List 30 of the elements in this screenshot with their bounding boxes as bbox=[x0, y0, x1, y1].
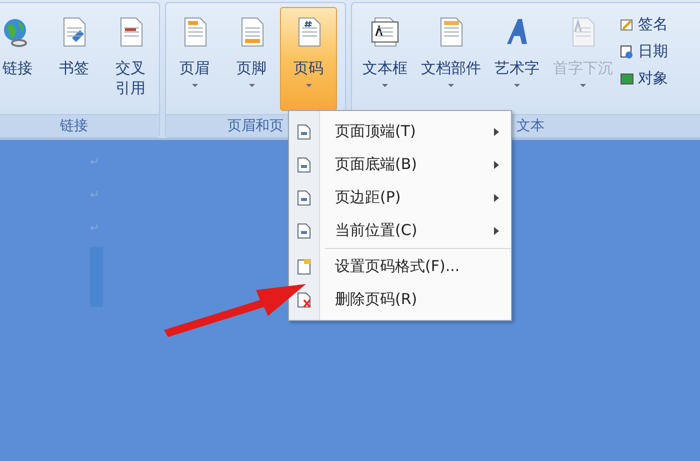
paragraph-mark-icon bbox=[90, 224, 98, 231]
delete-icon bbox=[297, 292, 311, 308]
calendar-icon bbox=[620, 44, 634, 58]
page-icon bbox=[297, 190, 311, 206]
pen-icon bbox=[620, 18, 634, 32]
menu-item[interactable]: 设置页码格式(F)... bbox=[289, 250, 511, 283]
ribbon-button[interactable]: 对象 bbox=[616, 69, 672, 88]
menu-item[interactable]: 删除页码(R) bbox=[289, 283, 511, 316]
ribbon-button[interactable]: 交叉引用 bbox=[102, 7, 160, 111]
group-label: 链接 bbox=[0, 114, 159, 137]
paragraph-mark-icon bbox=[90, 191, 98, 198]
menu-item[interactable]: 当前位置(C) bbox=[289, 214, 511, 247]
object-icon bbox=[620, 72, 634, 86]
ribbon-button[interactable]: 文档部件 bbox=[418, 7, 484, 111]
ribbon-button[interactable]: 链接 bbox=[0, 7, 46, 111]
ribbon-button[interactable]: 页脚 bbox=[223, 7, 280, 111]
ribbon-button[interactable]: 签名 bbox=[616, 15, 672, 34]
ribbon-button[interactable]: 页眉 bbox=[166, 7, 223, 111]
ribbon-button[interactable]: 日期 bbox=[616, 42, 672, 61]
menu-item[interactable]: 页边距(P) bbox=[289, 181, 511, 214]
text-box-icon bbox=[369, 16, 401, 48]
page-icon bbox=[297, 156, 311, 172]
paragraph-mark-icon bbox=[90, 158, 98, 165]
page-format-icon bbox=[297, 258, 311, 274]
ribbon-button[interactable]: 页码 bbox=[280, 7, 337, 111]
menu-item[interactable]: 页面底端(B) bbox=[289, 148, 511, 181]
ribbon-button[interactable]: 文本框 bbox=[352, 7, 418, 111]
page-icon bbox=[297, 222, 311, 238]
page-icon bbox=[297, 124, 311, 140]
ribbon-button[interactable]: 书签 bbox=[46, 7, 102, 111]
